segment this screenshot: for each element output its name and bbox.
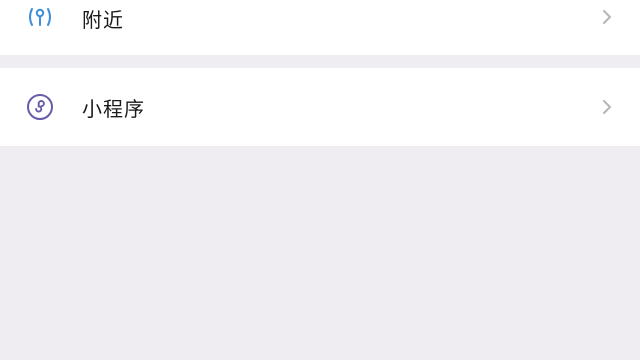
menu-item-label: 小程序: [82, 97, 145, 121]
empty-background-area: [0, 146, 640, 360]
menu-item-mini-programs[interactable]: 小程序: [0, 68, 640, 146]
chevron-right-icon: [598, 98, 616, 116]
chevron-right-icon: [598, 8, 616, 26]
location-beacon-icon: [26, 3, 54, 31]
menu-item-nearby[interactable]: 附近: [0, 0, 640, 55]
menu-item-label: 附近: [82, 8, 124, 32]
mini-program-icon: [26, 93, 54, 121]
